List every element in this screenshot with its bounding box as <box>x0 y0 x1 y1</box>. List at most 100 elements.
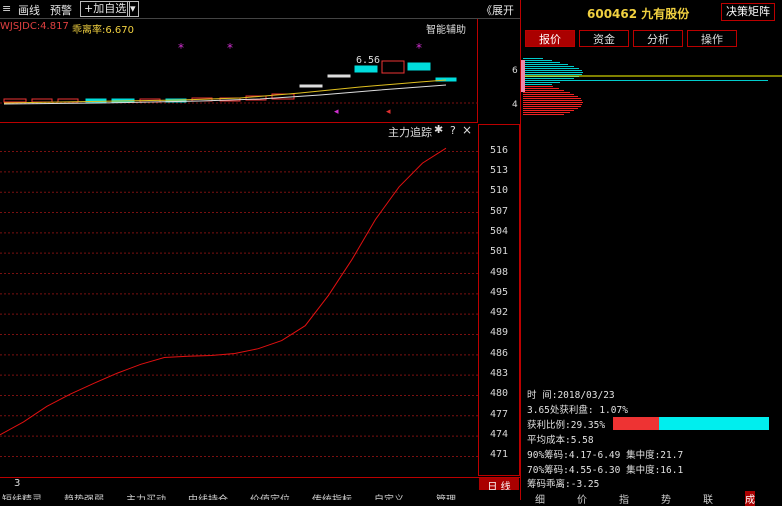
chip-bar <box>523 86 553 87</box>
info-chip70: 70%筹码:4.55-6.30 集中度:16.1 <box>527 465 684 476</box>
chip-bar <box>523 98 581 99</box>
chip-bar <box>523 82 560 83</box>
decision-matrix-button[interactable]: 决策矩阵 <box>721 3 775 21</box>
y-tick-label: 504 <box>489 225 509 237</box>
y-tick-label: 507 <box>489 205 509 217</box>
chip-bar <box>523 88 559 89</box>
star-marker: * <box>178 41 184 55</box>
y-tick-label: 513 <box>489 164 509 176</box>
y-tick-label: 480 <box>489 388 509 400</box>
chip-bar <box>523 114 564 115</box>
tab-quote[interactable]: 报价 <box>525 30 575 47</box>
y-tick-label: 471 <box>489 449 509 461</box>
info-chip90: 90%筹码:4.17-6.49 集中度:21.7 <box>527 450 684 461</box>
stock-title: 600462 九有股份 <box>587 5 689 22</box>
y-tick-label: 495 <box>489 286 509 298</box>
price-marker-label: 6.56 <box>356 55 380 66</box>
right-bottom-tab[interactable]: 价 <box>577 491 587 506</box>
price-range-marker <box>521 60 525 92</box>
main-force-line <box>0 147 447 436</box>
chip-bar <box>523 70 582 71</box>
y-axis <box>478 124 520 476</box>
bottom-tab[interactable]: 管理 <box>436 491 456 500</box>
candle <box>31 98 53 103</box>
chip-bar <box>523 102 583 103</box>
chip-bar <box>523 78 574 79</box>
y-tick-label: 501 <box>489 246 509 258</box>
right-bottom-tab[interactable]: 联 <box>703 491 713 506</box>
chip-bar <box>523 108 578 109</box>
star-marker: * <box>416 41 422 55</box>
chip-bar <box>523 110 574 111</box>
chip-bar <box>523 68 579 69</box>
alert-button[interactable]: 预警 <box>50 2 72 18</box>
kline-panel: * * * ◂ ◂ 6.56 <box>0 19 478 123</box>
info-avg-cost: 平均成本:5.58 <box>527 435 594 446</box>
profit-ratio-fill <box>613 417 659 430</box>
y-tick-label: 474 <box>489 429 509 441</box>
right-bottom-tab[interactable]: 势 <box>661 491 671 506</box>
chip-bar <box>523 106 581 107</box>
tab-funds[interactable]: 资金 <box>579 30 629 47</box>
chip-bar <box>523 74 582 75</box>
tab-analysis[interactable]: 分析 <box>633 30 683 47</box>
info-chip-ratio: 筹码乖离:-3.25 <box>527 479 600 490</box>
candle <box>299 84 323 88</box>
chip-bars-svg <box>521 58 782 115</box>
chip-bar <box>523 94 574 95</box>
draw-line-button[interactable]: 画线 <box>18 2 40 18</box>
stock-name: 九有股份 <box>641 7 690 21</box>
bottom-tab[interactable]: 自定义 <box>374 491 404 500</box>
info-time: 时 间:2018/03/23 <box>527 390 615 401</box>
chip-bar <box>523 62 560 63</box>
chart-toolbar: ≡ 画线 预警 +加自选 ▾ 《展开 <box>0 0 520 19</box>
candle <box>3 98 27 103</box>
candle <box>327 74 351 78</box>
candle <box>354 65 378 73</box>
chip-bar <box>523 96 578 97</box>
bottom-tab[interactable]: 短线精灵 <box>2 491 42 500</box>
stock-code: 600462 <box>587 7 638 21</box>
y-tick-label: 483 <box>489 368 509 380</box>
star-marker: * <box>227 41 233 55</box>
price-level-4: 4 <box>512 100 518 110</box>
chip-distribution: 6 4 <box>512 50 782 116</box>
chip-bar <box>523 80 768 81</box>
right-bottom-tab[interactable]: 成 <box>745 491 755 506</box>
main-chart-panel: 516 513 510 507 504 501 498 495 492 489 486 483 480 4… <box>0 124 520 476</box>
candle <box>381 60 405 74</box>
bottom-tab[interactable]: 中线持仓 <box>188 491 228 500</box>
candle <box>407 62 431 71</box>
chip-bar <box>523 66 574 67</box>
add-favorite-button[interactable]: +加自选 <box>80 1 131 17</box>
tab-operation[interactable]: 操作 <box>687 30 737 47</box>
arrow-marker: ◂ <box>334 107 339 117</box>
menu-icon[interactable]: ≡ <box>2 2 11 15</box>
chip-bar <box>523 60 552 61</box>
y-tick-label: 516 <box>489 144 509 156</box>
bottom-tab[interactable]: 价值定位 <box>250 491 290 500</box>
bottom-left-number: 3 <box>14 478 21 489</box>
chip-bar <box>523 64 568 65</box>
y-tick-label: 477 <box>489 408 509 420</box>
bottom-tab[interactable]: 传统指标 <box>312 491 352 500</box>
price-level-6: 6 <box>512 66 518 76</box>
right-bottom-tab[interactable]: 细 <box>535 491 545 506</box>
chip-bar <box>523 112 570 113</box>
main-line-chart <box>0 147 478 457</box>
add-favorite-dropdown-icon[interactable]: ▾ <box>127 1 139 17</box>
info-profit-ratio: 获利比例:29.35% <box>527 420 606 431</box>
y-tick-label: 489 <box>489 327 509 339</box>
quote-panel: 600462 九有股份 决策矩阵 报价 资金 分析 操作 6 4 时 间:201… <box>512 0 782 506</box>
info-profit-line: 3.65处获利盘: 1.07% <box>527 405 628 416</box>
bottom-tab[interactable]: 主力买动 <box>126 491 166 500</box>
kline-svg: * * * ◂ ◂ 6.56 <box>0 41 478 117</box>
bottom-tab[interactable]: 趋势强弱 <box>64 491 104 500</box>
chip-bar <box>523 104 582 105</box>
bottom-tab-bar: 短线精灵 趋势强弱 主力买动 中线持仓 价值定位 传统指标 自定义 管理 <box>0 490 520 500</box>
y-tick-label: 498 <box>489 266 509 278</box>
chip-bar <box>523 90 564 91</box>
right-bottom-tab[interactable]: 指 <box>619 491 629 506</box>
y-tick-label: 486 <box>489 347 509 359</box>
expand-button[interactable]: 《展开 <box>481 2 514 18</box>
